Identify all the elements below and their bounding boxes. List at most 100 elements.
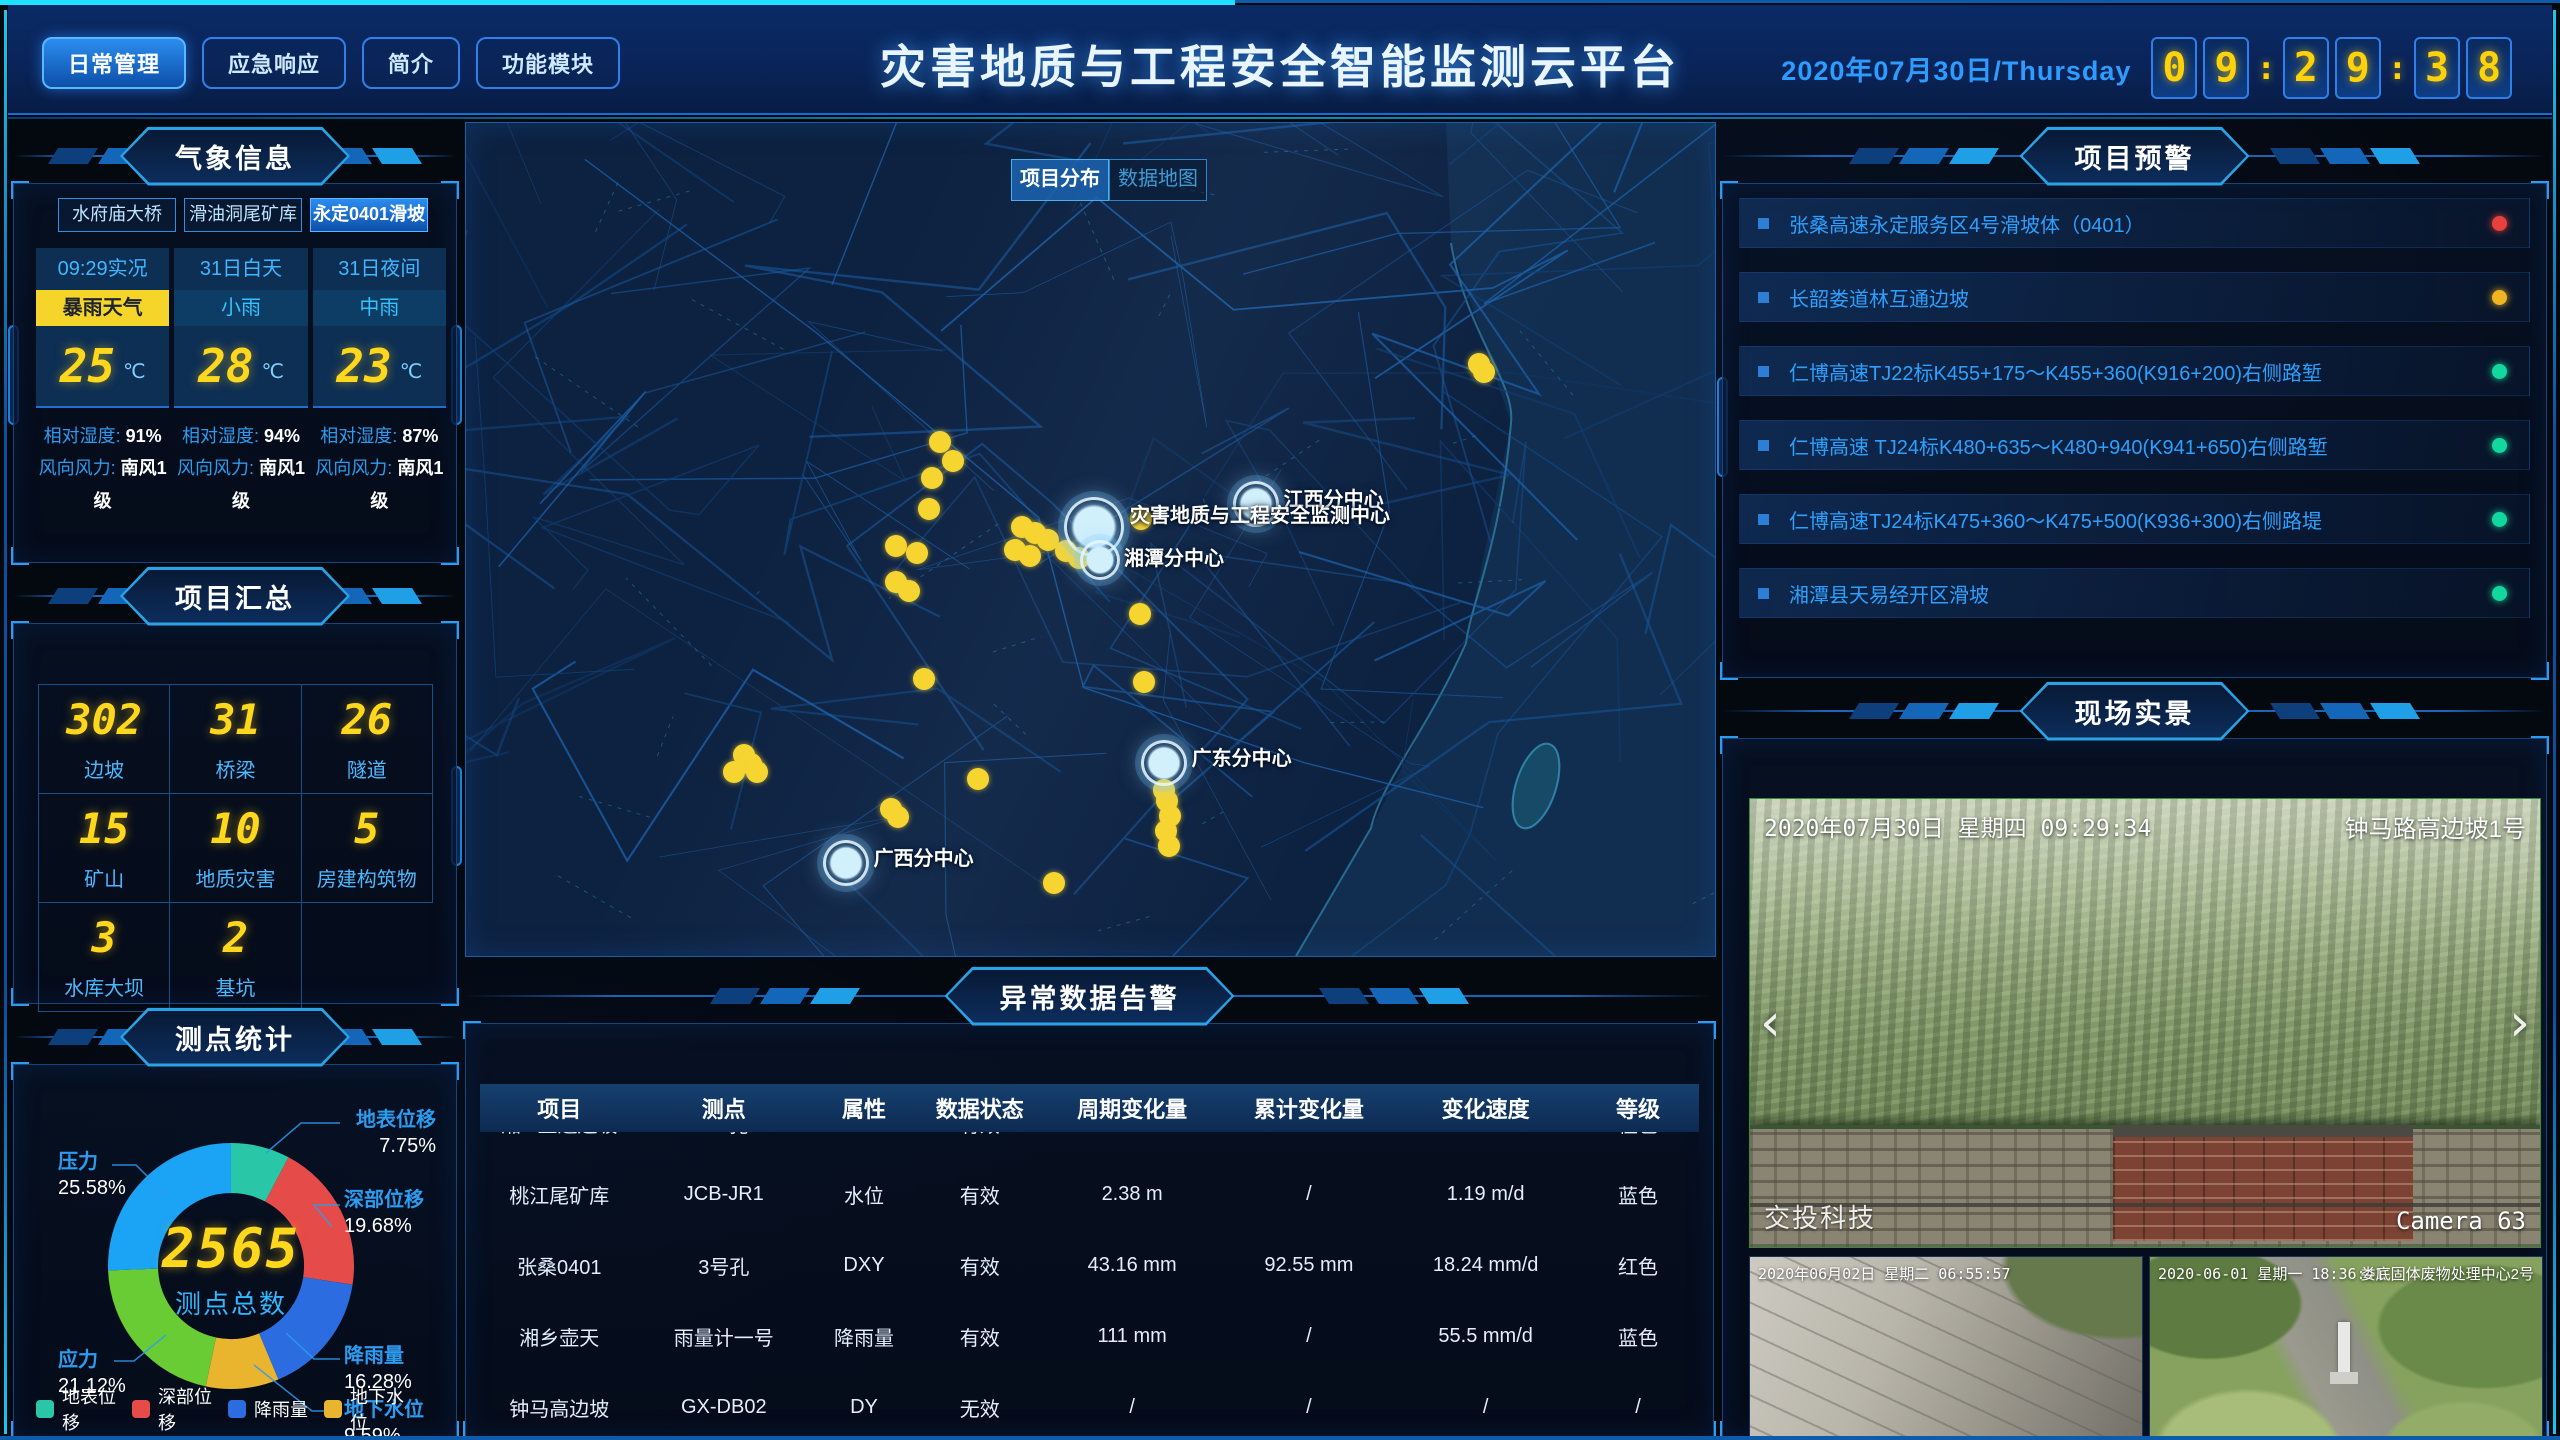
project-dot[interactable]	[906, 542, 928, 564]
column-header-累计变化量: 累计变化量	[1224, 1092, 1395, 1124]
map-tab-项目分布[interactable]: 项目分布	[1011, 159, 1109, 201]
warning-list: 张桑高速永定服务区4号滑坡体（0401） 长韶娄道林互通边坡仁博高速TJ22标K4…	[1723, 184, 2546, 618]
weather-panel-title: 气象信息	[123, 130, 347, 183]
project-summary-panel: 项目汇总 302边坡31桥梁26隧道15矿山10地质灾害5房建构筑物3水库大坝2…	[13, 571, 457, 1004]
warning-text: 仁博高速TJ22标K455+175～K455+360(K916+200)右侧路堑	[1789, 357, 2492, 386]
prev-camera-arrow[interactable]: ‹	[1760, 993, 1781, 1053]
temperature-value: 28	[198, 339, 253, 393]
project-dot[interactable]	[1158, 835, 1180, 857]
table-cell: 43.16 mm	[1041, 1254, 1224, 1277]
table-cell: 降雨量	[809, 1322, 919, 1351]
project-dot[interactable]	[1019, 545, 1041, 567]
table-cell: DXY	[809, 1254, 919, 1277]
frame-right-line	[2553, 10, 2556, 1434]
project-dot[interactable]	[887, 806, 909, 828]
weather-condition: 小雨	[174, 290, 307, 326]
legend-item-地表位移[interactable]: 地表位移	[36, 1383, 132, 1435]
warning-status-dot	[2492, 364, 2507, 379]
center-marker-广东分中心[interactable]: 广东分中心	[1141, 740, 1187, 786]
warning-text: 张桑高速永定服务区4号滑坡体（0401）	[1789, 209, 2492, 238]
callout-deep-disp: 深部位移19.68%	[344, 1187, 424, 1239]
table-row: 桃江尾矿库JCB-JR1水位有效2.38 m/1.19 m/d蓝色	[480, 1159, 1699, 1230]
legend-item-深部位移[interactable]: 深部位移	[132, 1383, 228, 1435]
clock-digit: 9	[2203, 37, 2249, 99]
weather-condition: 暴雨天气	[36, 290, 169, 326]
page-title: 灾害地质与工程安全智能监测云平台	[880, 31, 1680, 97]
thumb-video-1[interactable]: 2020年06月02日 星期二 06:55:57 致力科技 Camera 62	[1749, 1256, 2143, 1440]
table-cell: 蓝色	[1577, 1180, 1699, 1209]
table-cell: 水位	[809, 1180, 919, 1209]
legend-label: 地下水位	[350, 1383, 420, 1435]
wind-label: 风向风力:	[177, 458, 254, 478]
column-header-数据状态: 数据状态	[919, 1092, 1041, 1124]
table-cell: 1.19 m/d	[1394, 1183, 1577, 1206]
summary-cell-矿山: 15矿山	[38, 793, 170, 903]
center-marker-湘潭分中心[interactable]: 湘潭分中心	[1080, 540, 1120, 580]
weather-period: 09:29实况	[36, 248, 169, 290]
warning-item[interactable]: 湘潭县天易经开区滑坡	[1739, 568, 2530, 618]
map-container[interactable]: 项目分布数据地图 江西分中心灾害地质与工程安全监测中心湘潭分中心广东分中心广西分…	[465, 122, 1716, 957]
nav-button-应急响应[interactable]: 应急响应	[202, 37, 346, 89]
table-cell: /	[1041, 1396, 1224, 1419]
wind-label: 风向风力:	[39, 458, 116, 478]
project-dot[interactable]	[918, 498, 940, 520]
project-dot[interactable]	[1473, 361, 1495, 383]
table-cell: JCB-JR1	[638, 1183, 809, 1206]
warning-item[interactable]: 仁博高速TJ22标K455+175～K455+360(K916+200)右侧路堑	[1739, 346, 2530, 396]
legend-item-地下水位[interactable]: 地下水位	[324, 1383, 420, 1435]
warning-item[interactable]: 张桑高速永定服务区4号滑坡体（0401）	[1739, 198, 2530, 248]
warning-text: 湘潭县天易经开区滑坡	[1789, 579, 2492, 608]
project-dot[interactable]	[942, 450, 964, 472]
donut-slice-地下水位[interactable]	[211, 1356, 269, 1364]
weather-tab-水府庙大桥[interactable]: 水府庙大桥	[58, 198, 176, 232]
table-cell: 15.97	[1224, 1132, 1395, 1135]
warning-item[interactable]: 长韶娄道林互通边坡	[1739, 272, 2530, 322]
project-dot[interactable]	[898, 580, 920, 602]
clock-digit: 8	[2466, 37, 2512, 99]
nav-button-日常管理[interactable]: 日常管理	[42, 37, 186, 89]
warning-item[interactable]: 仁博高速TJ24标K475+360～K475+500(K936+300)右侧路堤	[1739, 494, 2530, 544]
deco-chips	[1854, 703, 1994, 719]
nav-button-简介[interactable]: 简介	[362, 37, 460, 89]
weather-tab-永定0401滑坡[interactable]: 永定0401滑坡	[310, 198, 428, 232]
table-cell: 3号孔	[638, 1251, 809, 1280]
project-dot[interactable]	[1133, 671, 1155, 693]
weather-tab-滑油洞尾矿库[interactable]: 滑油洞尾矿库	[184, 198, 302, 232]
table-cell: DY	[809, 1396, 919, 1419]
warning-status-dot	[2492, 586, 2507, 601]
main-video-feed[interactable]: 2020年07月30日 星期四 09:29:34 钟马路高边坡1号 交投科技 C…	[1749, 798, 2541, 1248]
center-marker-ring	[823, 840, 869, 886]
weather-site-tabs: 水府庙大桥滑油洞尾矿库永定0401滑坡	[58, 198, 456, 232]
warning-text: 仁博高速 TJ24标K480+635～K480+940(K941+650)右侧路…	[1789, 431, 2492, 460]
table-cell: /	[1577, 1396, 1699, 1419]
donut-slice-地表位移[interactable]	[231, 1168, 277, 1179]
center-marker-广西分中心[interactable]: 广西分中心	[823, 840, 869, 886]
project-dot[interactable]	[929, 431, 951, 453]
warning-item[interactable]: 仁博高速 TJ24标K480+635～K480+940(K941+650)右侧路…	[1739, 420, 2530, 470]
warning-status-dot	[2492, 290, 2507, 305]
center-marker-ring	[1141, 740, 1187, 786]
project-dot[interactable]	[967, 768, 989, 790]
project-dot[interactable]	[746, 761, 768, 783]
legend-item-降雨量[interactable]: 降雨量	[228, 1383, 324, 1435]
project-dot[interactable]	[1129, 603, 1151, 625]
summary-value: 5	[354, 804, 379, 853]
warning-bullet-icon	[1758, 588, 1769, 599]
next-camera-arrow[interactable]: ›	[2509, 993, 2530, 1053]
weather-period: 31日白天	[174, 248, 307, 290]
map-tab-数据地图[interactable]: 数据地图	[1109, 159, 1207, 201]
nav-button-功能模块[interactable]: 功能模块	[476, 37, 620, 89]
table-cell: /	[1224, 1396, 1395, 1419]
project-dot[interactable]	[885, 535, 907, 557]
project-dot[interactable]	[1043, 872, 1065, 894]
weather-col-now: 09:29实况 暴雨天气 25℃ 相对湿度: 91% 风向风力: 南风1级	[36, 248, 169, 517]
frame-left-line	[4, 10, 7, 1434]
project-dot[interactable]	[723, 761, 745, 783]
project-dot[interactable]	[921, 467, 943, 489]
project-dot[interactable]	[913, 668, 935, 690]
legend-label: 降雨量	[254, 1396, 308, 1422]
summary-label: 地质灾害	[195, 863, 275, 892]
thumb-video-2[interactable]: 2020-06-01 星期一 18:36:41 娄底固体废物处理中心2号 致力科…	[2149, 1256, 2543, 1440]
weather-col-day: 31日白天 小雨 28℃ 相对湿度: 94% 风向风力: 南风1级	[174, 248, 307, 517]
wind-label: 风向风力:	[315, 458, 392, 478]
